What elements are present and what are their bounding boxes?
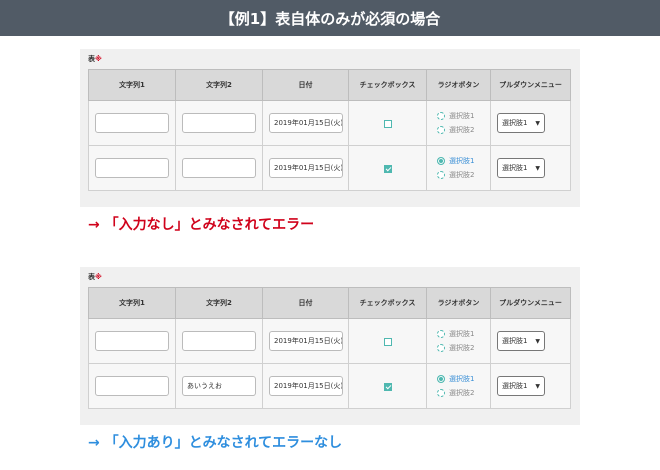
- col-header-dropdown: プルダウンメニュー: [490, 287, 571, 319]
- col-header-text1: 文字列1: [88, 69, 176, 101]
- radio-option-1[interactable]: 選択肢1: [437, 154, 484, 168]
- radio-selected-icon: [437, 375, 445, 383]
- example1-result-caption: → 「入力なし」とみなされてエラー: [88, 217, 315, 233]
- dropdown-select[interactable]: 選択肢1 ▼: [497, 376, 545, 396]
- table-label: 表※: [88, 273, 102, 281]
- date-input[interactable]: 2019年01月15日(火): [269, 158, 343, 178]
- radio-selected-icon: [437, 157, 445, 165]
- radio-icon: [437, 171, 445, 179]
- text2-input[interactable]: [182, 331, 256, 351]
- header-row: 文字列1 文字列2 日付 チェックボックス ラジオボタン プルダウンメニュー: [88, 287, 571, 319]
- radio-option-2[interactable]: 選択肢2: [437, 386, 484, 400]
- col-header-text1: 文字列1: [88, 287, 176, 319]
- required-mark: ※: [95, 273, 102, 281]
- radio-option-1[interactable]: 選択肢1: [437, 372, 484, 386]
- text1-input[interactable]: [95, 376, 169, 396]
- dropdown-select[interactable]: 選択肢1 ▼: [497, 113, 545, 133]
- col-header-radio: ラジオボタン: [426, 287, 491, 319]
- example2-panel: 表※ 文字列1 文字列2 日付 チェックボックス ラジオボタン プルダウンメニュ…: [80, 267, 580, 425]
- col-header-date: 日付: [262, 287, 349, 319]
- col-header-checkbox: チェックボックス: [348, 287, 427, 319]
- date-input[interactable]: 2019年01月15日(火): [269, 331, 343, 351]
- text1-input[interactable]: [95, 331, 169, 351]
- page-title: 【例1】表自体のみが必須の場合: [219, 9, 441, 28]
- text2-input[interactable]: [182, 113, 256, 133]
- row-checkbox-checked[interactable]: [383, 383, 392, 391]
- radio-icon: [437, 344, 445, 352]
- date-input[interactable]: 2019年01月15日(火): [269, 113, 343, 133]
- radio-option-2[interactable]: 選択肢2: [437, 341, 484, 355]
- row-checkbox[interactable]: [383, 120, 392, 128]
- table-row: 2019年01月15日(火) 選択肢1 選択肢2 選択肢1 ▼: [88, 318, 571, 364]
- example2-result-caption: → 「入力あり」とみなされてエラーなし: [88, 435, 343, 451]
- header-row: 文字列1 文字列2 日付 チェックボックス ラジオボタン プルダウンメニュー: [88, 69, 571, 101]
- dropdown-select[interactable]: 選択肢1 ▼: [497, 158, 545, 178]
- radio-icon: [437, 330, 445, 338]
- col-header-date: 日付: [262, 69, 349, 101]
- radio-option-2[interactable]: 選択肢2: [437, 123, 484, 137]
- radio-icon: [437, 126, 445, 134]
- example1-panel: 表※ 文字列1 文字列2 日付 チェックボックス ラジオボタン プルダウンメニュ…: [80, 49, 580, 207]
- caret-down-icon: ▼: [535, 164, 540, 172]
- radio-option-1[interactable]: 選択肢1: [437, 109, 484, 123]
- radio-icon: [437, 389, 445, 397]
- dropdown-select[interactable]: 選択肢1 ▼: [497, 331, 545, 351]
- caret-down-icon: ▼: [535, 337, 540, 345]
- radio-icon: [437, 112, 445, 120]
- table-row: 2019年01月15日(火) 選択肢1 選択肢2 選択肢1 ▼: [88, 100, 571, 146]
- col-header-text2: 文字列2: [175, 69, 263, 101]
- row-checkbox-checked[interactable]: [383, 165, 392, 173]
- date-input[interactable]: 2019年01月15日(火): [269, 376, 343, 396]
- radio-option-2[interactable]: 選択肢2: [437, 168, 484, 182]
- table-row: 2019年01月15日(火) 選択肢1 選択肢2 選択肢1 ▼: [88, 145, 571, 191]
- col-header-checkbox: チェックボックス: [348, 69, 427, 101]
- text2-input[interactable]: [182, 158, 256, 178]
- col-header-radio: ラジオボタン: [426, 69, 491, 101]
- radio-option-1[interactable]: 選択肢1: [437, 327, 484, 341]
- table-row: あいうえお 2019年01月15日(火) 選択肢1 選択肢2 選択肢1 ▼: [88, 363, 571, 409]
- col-header-dropdown: プルダウンメニュー: [490, 69, 571, 101]
- required-mark: ※: [95, 55, 102, 63]
- text1-input[interactable]: [95, 158, 169, 178]
- caret-down-icon: ▼: [535, 382, 540, 390]
- row-checkbox[interactable]: [383, 338, 392, 346]
- col-header-text2: 文字列2: [175, 287, 263, 319]
- table-label: 表※: [88, 55, 102, 63]
- page-header: 【例1】表自体のみが必須の場合: [0, 0, 660, 36]
- example1-table: 文字列1 文字列2 日付 チェックボックス ラジオボタン プルダウンメニュー 2…: [88, 69, 571, 191]
- example2-table: 文字列1 文字列2 日付 チェックボックス ラジオボタン プルダウンメニュー 2…: [88, 287, 571, 409]
- text1-input[interactable]: [95, 113, 169, 133]
- caret-down-icon: ▼: [535, 119, 540, 127]
- text2-input[interactable]: あいうえお: [182, 376, 256, 396]
